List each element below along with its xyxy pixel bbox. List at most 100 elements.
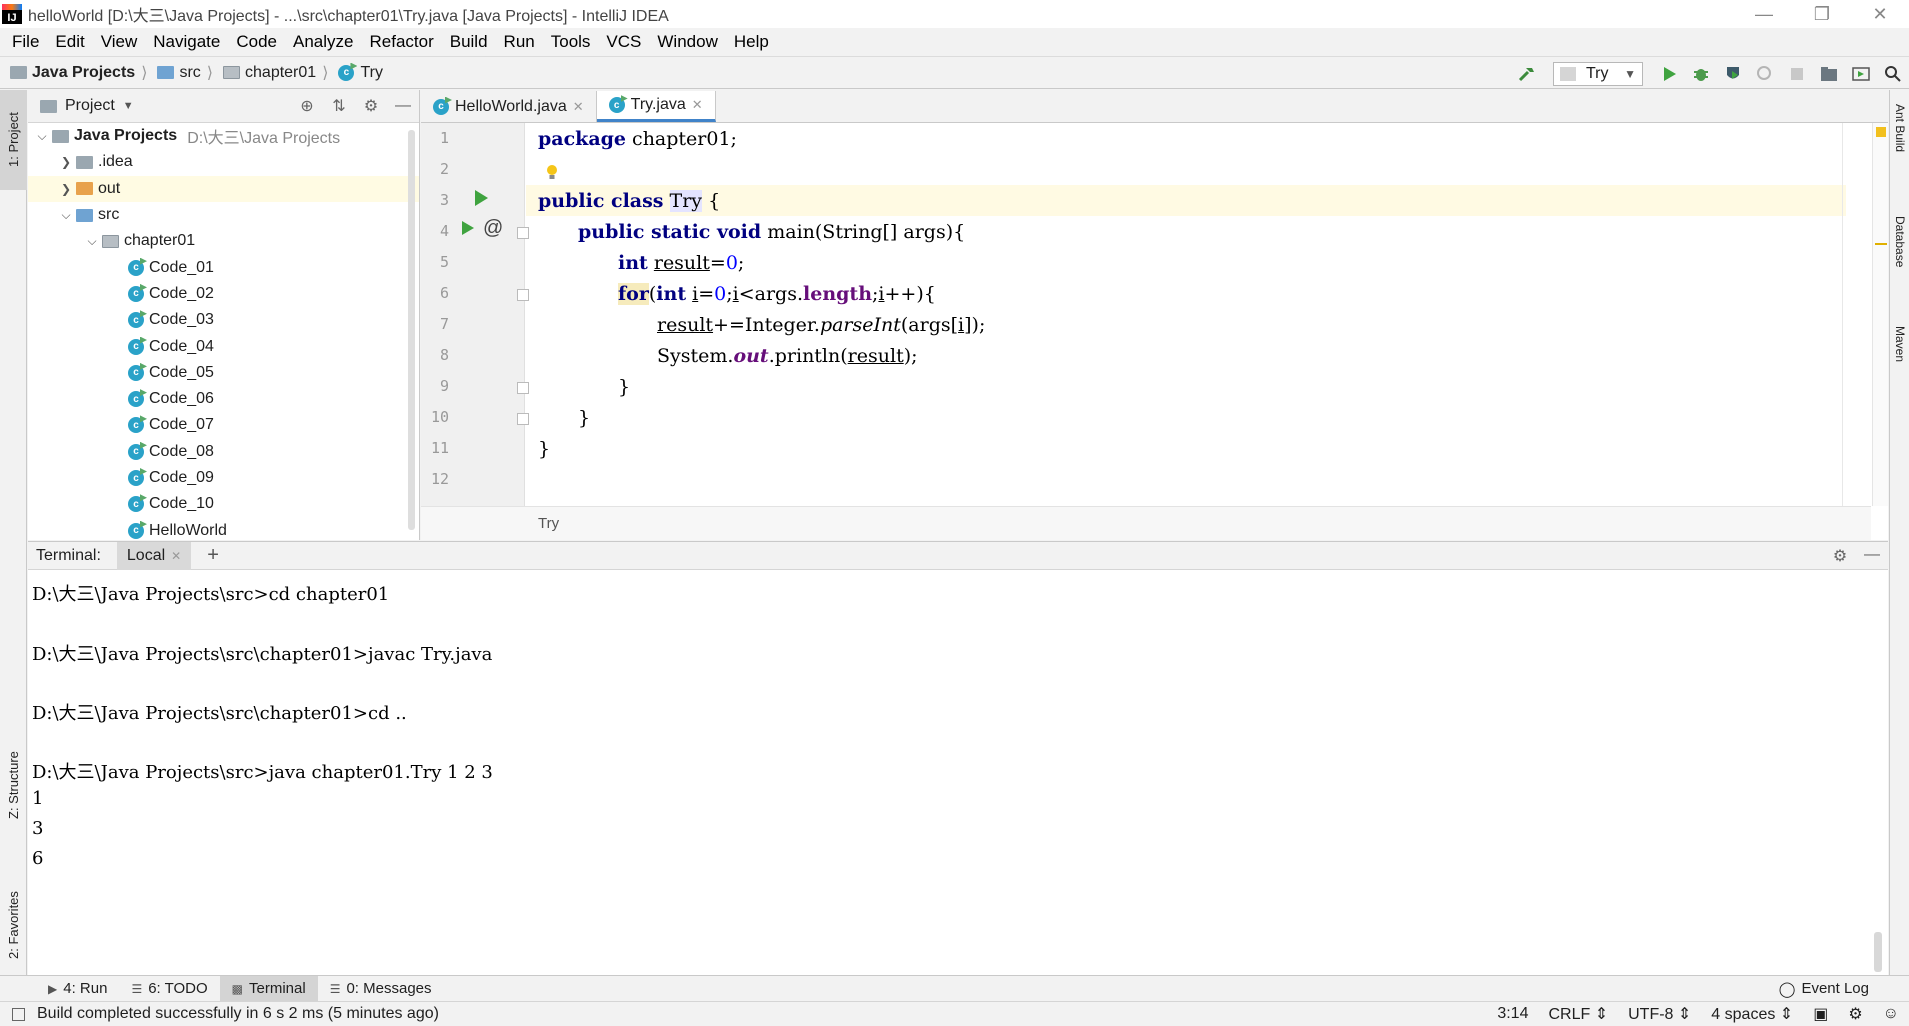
profile-icon[interactable] — [1749, 60, 1781, 88]
tree-item-class[interactable]: c Code_06 — [28, 386, 419, 412]
hide-icon[interactable]: — — [1856, 546, 1888, 566]
menu-analyze[interactable]: Analyze — [285, 32, 361, 52]
tree-item-idea[interactable]: ❯ .idea — [28, 149, 419, 175]
tab-try-java[interactable]: c Try.java ✕ — [596, 91, 716, 122]
crumb-try[interactable]: c Try — [338, 64, 383, 82]
chevron-right-icon[interactable]: ❯ — [56, 182, 76, 196]
gear-icon[interactable]: ⚙ — [1824, 546, 1856, 566]
tree-item-class[interactable]: c Code_08 — [28, 439, 419, 465]
file-encoding[interactable]: UTF-8 ⇕ — [1618, 1004, 1701, 1024]
crumb-src[interactable]: src ⟩ — [157, 63, 213, 83]
run-config-select[interactable]: Try ▼ — [1553, 61, 1643, 86]
minimize-button[interactable]: — — [1735, 0, 1793, 28]
menu-file[interactable]: File — [4, 32, 47, 52]
chevron-down-icon[interactable]: ⌵ — [82, 234, 102, 249]
inspector-icon[interactable]: ☺ — [1873, 1005, 1909, 1023]
maximize-button[interactable]: ❐ — [1793, 0, 1851, 28]
project-structure-icon[interactable] — [1813, 60, 1845, 88]
toggle-tool-windows-icon[interactable] — [12, 1007, 25, 1021]
build-hammer-icon[interactable] — [1511, 60, 1543, 88]
tab-database[interactable]: Database — [1890, 216, 1909, 296]
close-icon[interactable]: ✕ — [692, 97, 703, 113]
menu-view[interactable]: View — [93, 32, 146, 52]
git-icon[interactable]: ⚙ — [1838, 1004, 1872, 1024]
tree-item-class[interactable]: c Code_10 — [28, 491, 419, 517]
tab-helloworld-java[interactable]: c HelloWorld.java ✕ — [421, 91, 597, 122]
error-stripe[interactable] — [1872, 123, 1888, 506]
tree-item-out[interactable]: ❯ out — [28, 175, 419, 202]
editor-tabs: c HelloWorld.java ✕ c Try.java ✕ — [421, 90, 1888, 123]
editor: c HelloWorld.java ✕ c Try.java ✕ 1 2 3 4… — [421, 90, 1888, 540]
tree-item-class[interactable]: c Code_04 — [28, 333, 419, 359]
line-separator[interactable]: CRLF ⇕ — [1538, 1004, 1618, 1024]
tab-maven[interactable]: Maven — [1890, 326, 1909, 396]
tree-item-class[interactable]: c Code_09 — [28, 465, 419, 491]
crumb-chapter01[interactable]: chapter01 ⟩ — [223, 63, 328, 83]
tab-favorites[interactable]: 2: Favorites — [0, 870, 27, 980]
add-terminal-icon[interactable]: + — [207, 544, 219, 567]
tree-item-class[interactable]: c Code_03 — [28, 307, 419, 333]
crumb-java-projects[interactable]: Java Projects ⟩ — [10, 63, 147, 83]
tree-item-class[interactable]: c Code_05 — [28, 360, 419, 386]
run-gutter-icon[interactable] — [461, 220, 475, 241]
code-area[interactable]: package chapter01; public class Try { pu… — [526, 123, 1871, 506]
coverage-icon[interactable] — [1717, 60, 1749, 88]
hide-icon[interactable]: — — [387, 97, 419, 115]
line-number: 9 — [439, 377, 449, 395]
indent-setting[interactable]: 4 spaces ⇕ — [1701, 1004, 1803, 1024]
line-number: 7 — [439, 315, 449, 333]
chevron-right-icon[interactable]: ❯ — [56, 155, 76, 169]
menu-window[interactable]: Window — [649, 32, 725, 52]
collapse-all-icon[interactable]: ⇅ — [323, 96, 355, 116]
menu-build[interactable]: Build — [442, 32, 496, 52]
close-icon[interactable]: ✕ — [573, 99, 584, 115]
terminal-output[interactable]: D:\大三\Java Projects\src>cd chapter01 D:\… — [28, 570, 1888, 975]
run-gutter-icon[interactable] — [473, 189, 489, 212]
tree-item-class[interactable]: c HelloWorld — [28, 517, 419, 543]
tree-item-class[interactable]: c Code_07 — [28, 412, 419, 438]
terminal-scrollbar[interactable] — [1874, 932, 1882, 972]
menu-navigate[interactable]: Navigate — [145, 32, 228, 52]
tab-structure[interactable]: Z: Structure — [0, 730, 27, 840]
tree-item-src[interactable]: ⌵ src — [28, 202, 419, 228]
at-sign-icon[interactable]: @ — [483, 217, 503, 240]
run-icon[interactable] — [1653, 60, 1685, 88]
menu-code[interactable]: Code — [228, 32, 285, 52]
toolwindow-terminal[interactable]: ▩ Terminal — [219, 975, 318, 1002]
terminal-label: Terminal: — [36, 546, 101, 564]
toolwindow-run[interactable]: ▶ 4: Run — [36, 976, 119, 1002]
stop-icon[interactable] — [1781, 60, 1813, 88]
event-log-button[interactable]: ◯ Event Log — [1779, 980, 1869, 998]
menu-edit[interactable]: Edit — [47, 32, 92, 52]
menu-vcs[interactable]: VCS — [598, 32, 649, 52]
chevron-down-icon[interactable]: ⌵ — [32, 129, 52, 144]
tree-scrollbar[interactable] — [408, 130, 415, 530]
close-icon[interactable]: ✕ — [171, 549, 181, 563]
menu-help[interactable]: Help — [726, 32, 777, 52]
tree-item-class[interactable]: c Code_02 — [28, 281, 419, 307]
menu-tools[interactable]: Tools — [543, 32, 599, 52]
chevron-down-icon[interactable]: ⌵ — [56, 208, 76, 223]
debug-icon[interactable] — [1685, 60, 1717, 88]
tree-item-class[interactable]: c Code_01 — [28, 254, 419, 280]
lock-icon[interactable]: ▣ — [1803, 1004, 1838, 1024]
tree-item-chapter01[interactable]: ⌵ chapter01 — [28, 228, 419, 254]
tree-item-java-projects[interactable]: ⌵ Java Projects D:\大三\Java Projects — [28, 123, 419, 149]
toolwindow-todo[interactable]: ☰ 6: TODO — [119, 976, 219, 1002]
chevron-down-icon[interactable]: ▼ — [123, 100, 134, 112]
project-view-select[interactable]: Project — [65, 97, 115, 115]
toolwindow-messages[interactable]: ☰ 0: Messages — [318, 976, 444, 1002]
close-button[interactable]: ✕ — [1851, 0, 1909, 28]
menu-run[interactable]: Run — [496, 32, 543, 52]
tab-ant-build[interactable]: Ant Build — [1890, 104, 1909, 184]
gear-icon[interactable]: ⚙ — [355, 96, 387, 116]
sdk-icon[interactable] — [1845, 60, 1877, 88]
tab-project[interactable]: 1: Project — [0, 90, 27, 190]
breadcrumb-try[interactable]: Try — [538, 515, 559, 532]
caret-position[interactable]: 3:14 — [1487, 1005, 1538, 1023]
menu-refactor[interactable]: Refactor — [361, 32, 441, 52]
locate-icon[interactable]: ⊕ — [291, 96, 323, 116]
search-icon[interactable] — [1877, 60, 1909, 88]
terminal-tab-local[interactable]: Local ✕ — [116, 541, 192, 570]
list-icon: ☰ — [131, 981, 143, 996]
